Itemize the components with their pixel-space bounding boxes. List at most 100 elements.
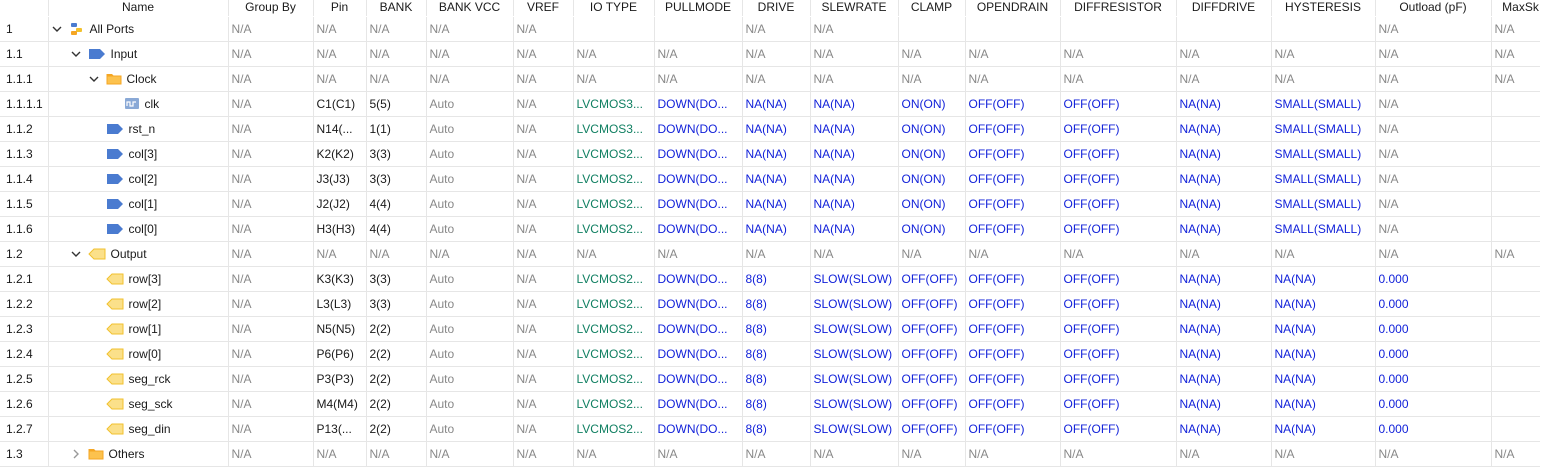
cell-outload-pf[interactable]: 0.000 [1375,416,1492,442]
cell-slewrate[interactable]: NA(NA) [810,116,899,142]
cell-diffdrive[interactable] [1176,16,1272,42]
cell-bank[interactable]: N/A [366,241,427,267]
cell-outload-pf[interactable]: N/A [1375,141,1492,167]
cell-diffdrive[interactable]: NA(NA) [1176,191,1272,217]
cell-diffresistor[interactable]: N/A [1060,66,1177,92]
cell-hysteresis[interactable]: SMALL(SMALL) [1271,91,1376,117]
cell-pullmode[interactable]: DOWN(DO... [654,391,743,417]
cell-vref[interactable]: N/A [513,91,574,117]
cell-hysteresis[interactable]: NA(NA) [1271,366,1376,392]
cell-drive[interactable]: NA(NA) [742,141,811,167]
cell-hysteresis[interactable]: SMALL(SMALL) [1271,216,1376,242]
cell-hysteresis[interactable]: NA(NA) [1271,291,1376,317]
cell-clamp[interactable]: OFF(OFF) [898,316,966,342]
cell-io-type[interactable]: LVCMOS2... [573,366,655,392]
cell-vref[interactable]: N/A [513,166,574,192]
cell-hysteresis[interactable]: NA(NA) [1271,316,1376,342]
cell-diffdrive[interactable]: N/A [1176,241,1272,267]
cell-slewrate[interactable]: SLOW(SLOW) [810,266,899,292]
cell-group-by[interactable]: N/A [228,16,314,42]
cell-outload-pf[interactable]: 0.000 [1375,366,1492,392]
cell-pin[interactable]: H3(H3) [313,216,367,242]
cell-pin[interactable]: N/A [313,16,367,42]
cell-group-by[interactable]: N/A [228,216,314,242]
table-row[interactable]: 1.1.1 Clock N/A N/A N/A N/A N/A N/A N/A N/A N/A N/A… [0,66,1550,92]
cell-diffdrive[interactable]: NA(NA) [1176,141,1272,167]
cell-opendrain[interactable]: OFF(OFF) [965,166,1061,192]
port-name-cell[interactable]: Clock [48,66,229,92]
cell-diffresistor[interactable]: OFF(OFF) [1060,416,1177,442]
cell-bank-vcc[interactable]: Auto [426,166,514,192]
cell-diffresistor[interactable]: OFF(OFF) [1060,166,1177,192]
table-row[interactable]: 1.1.2 rst_n N/A N14(... 1(1) Auto N/A LVCMOS3..… [0,116,1550,142]
cell-pin[interactable]: N/A [313,241,367,267]
cell-bank[interactable]: 3(3) [366,266,427,292]
cell-bank-vcc[interactable]: N/A [426,441,514,467]
cell-slewrate[interactable]: N/A [810,441,899,467]
cell-group-by[interactable]: N/A [228,166,314,192]
cell-bank[interactable]: 3(3) [366,291,427,317]
cell-vref[interactable]: N/A [513,266,574,292]
cell-outload-pf[interactable]: N/A [1375,91,1492,117]
port-name-cell[interactable]: row[3] [48,266,229,292]
cell-pullmode[interactable]: N/A [654,41,743,67]
port-name-cell[interactable]: seg_din [48,416,229,442]
port-name-cell[interactable]: Output [48,241,229,267]
cell-bank-vcc[interactable]: N/A [426,16,514,42]
cell-bank[interactable]: N/A [366,41,427,67]
cell-pullmode[interactable]: DOWN(DO... [654,266,743,292]
cell-pullmode[interactable] [654,16,743,42]
cell-bank[interactable]: 4(4) [366,216,427,242]
chevron-down-icon[interactable] [70,248,82,260]
table-row[interactable]: 1.3 Others N/A N/A N/A N/A N/A N/A N/A N/A N/A N/A N… [0,441,1550,467]
cell-diffresistor[interactable]: OFF(OFF) [1060,266,1177,292]
cell-vref[interactable]: N/A [513,41,574,67]
cell-vref[interactable]: N/A [513,116,574,142]
port-name-cell[interactable]: rst_n [48,116,229,142]
cell-diffresistor[interactable]: N/A [1060,241,1177,267]
table-row[interactable]: 1.1.5 col[1] N/A J2(J2) 4(4) Auto N/A LVCMOS2..… [0,191,1550,217]
cell-slewrate[interactable]: NA(NA) [810,216,899,242]
table-row[interactable]: 1.1.4 col[2] N/A J3(J3) 3(3) Auto N/A LVCMOS2..… [0,166,1550,192]
cell-clamp[interactable]: OFF(OFF) [898,366,966,392]
cell-vref[interactable]: N/A [513,216,574,242]
cell-vref[interactable]: N/A [513,16,574,42]
cell-hysteresis[interactable]: SMALL(SMALL) [1271,141,1376,167]
cell-drive[interactable]: N/A [742,241,811,267]
cell-drive[interactable]: NA(NA) [742,191,811,217]
table-row[interactable]: 1.2 Output N/A N/A N/A N/A N/A N/A N/A N/A N/A N/A N… [0,241,1550,267]
cell-drive[interactable]: 8(8) [742,291,811,317]
cell-clamp[interactable]: ON(ON) [898,166,966,192]
table-row[interactable]: 1.2.2 row[2] N/A L3(L3) 3(3) Auto N/A LVCMOS2..… [0,291,1550,317]
cell-group-by[interactable]: N/A [228,366,314,392]
cell-group-by[interactable]: N/A [228,241,314,267]
cell-diffdrive[interactable]: NA(NA) [1176,166,1272,192]
cell-bank-vcc[interactable]: Auto [426,216,514,242]
column-header-hysteresis[interactable]: HYSTERESIS [1271,0,1376,17]
cell-opendrain[interactable]: OFF(OFF) [965,266,1061,292]
column-header-bank[interactable]: BANK [366,0,427,17]
cell-clamp[interactable]: OFF(OFF) [898,291,966,317]
cell-vref[interactable]: N/A [513,66,574,92]
cell-io-type[interactable]: LVCMOS3... [573,91,655,117]
cell-diffdrive[interactable]: N/A [1176,66,1272,92]
cell-vref[interactable]: N/A [513,366,574,392]
cell-hysteresis[interactable]: NA(NA) [1271,341,1376,367]
cell-outload-pf[interactable]: 0.000 [1375,266,1492,292]
cell-diffdrive[interactable]: NA(NA) [1176,391,1272,417]
port-name-cell[interactable]: Others [48,441,229,467]
cell-io-type[interactable]: LVCMOS2... [573,391,655,417]
cell-drive[interactable]: 8(8) [742,366,811,392]
cell-slewrate[interactable]: SLOW(SLOW) [810,341,899,367]
cell-drive[interactable]: 8(8) [742,391,811,417]
cell-pullmode[interactable]: DOWN(DO... [654,116,743,142]
cell-clamp[interactable]: ON(ON) [898,91,966,117]
cell-pullmode[interactable]: DOWN(DO... [654,416,743,442]
cell-bank-vcc[interactable]: N/A [426,66,514,92]
port-name-cell[interactable]: Input [48,41,229,67]
cell-bank[interactable]: 3(3) [366,166,427,192]
cell-bank[interactable]: 4(4) [366,191,427,217]
cell-drive[interactable]: 8(8) [742,266,811,292]
cell-vref[interactable]: N/A [513,391,574,417]
cell-opendrain[interactable]: OFF(OFF) [965,91,1061,117]
